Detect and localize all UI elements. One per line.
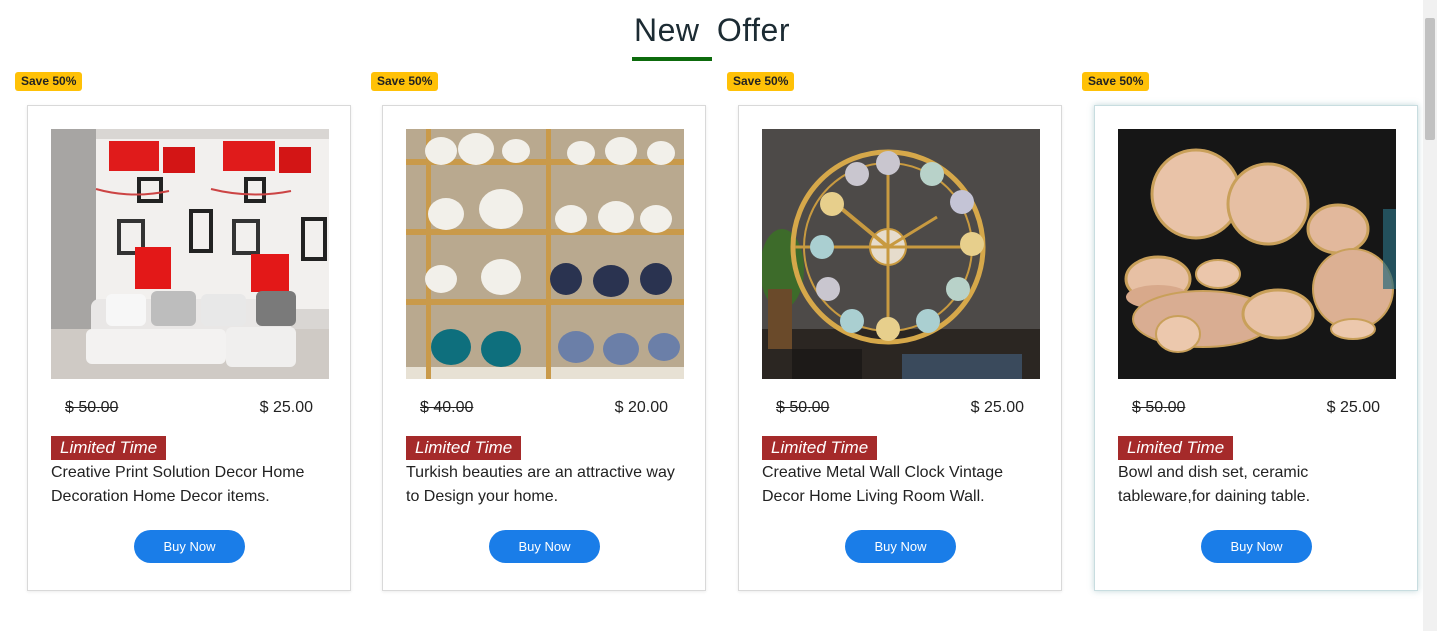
scrollbar-thumb[interactable]	[1425, 18, 1435, 140]
limited-time-tag: Limited Time	[1118, 436, 1234, 460]
section-title: New Offer	[0, 12, 1424, 49]
original-price: $ 50.00	[776, 399, 830, 416]
vertical-scrollbar[interactable]	[1423, 0, 1437, 631]
section-title-word-2: Offer	[716, 12, 790, 48]
ceramic-jars-shelves-image[interactable]	[406, 129, 684, 379]
sale-price: $ 20.00	[614, 399, 668, 416]
product-description: Bowl and dish set, ceramic tableware,for…	[1118, 464, 1311, 505]
product-description: Turkish beauties are an attractive way t…	[406, 464, 675, 505]
living-room-wallpaper-image[interactable]	[51, 129, 329, 379]
product-description: Creative Metal Wall Clock Vintage Decor …	[762, 464, 1003, 505]
limited-time-tag: Limited Time	[51, 436, 167, 460]
buy-now-button[interactable]: Buy Now	[134, 530, 245, 563]
sale-price: $ 25.00	[259, 399, 313, 416]
save-badge: Save 50%	[727, 72, 795, 91]
save-badge: Save 50%	[371, 72, 439, 91]
product-description: Creative Print Solution Decor Home Decor…	[51, 464, 305, 505]
save-badge: Save 50%	[1082, 72, 1150, 91]
section-title-word-1: New	[634, 12, 700, 48]
save-badge: Save 50%	[15, 72, 83, 91]
limited-time-tag: Limited Time	[406, 436, 522, 460]
metal-wall-clock-image[interactable]	[762, 129, 1040, 379]
product-card: $ 50.00 $ 25.00 Limited Time Creative Pr…	[27, 105, 351, 591]
buy-now-button[interactable]: Buy Now	[845, 530, 956, 563]
original-price: $ 50.00	[65, 399, 119, 416]
limited-time-tag: Limited Time	[762, 436, 878, 460]
original-price: $ 40.00	[420, 399, 474, 416]
original-price: $ 50.00	[1132, 399, 1186, 416]
sale-price: $ 25.00	[1326, 399, 1380, 416]
ceramic-dish-set-image[interactable]	[1118, 129, 1396, 379]
product-card: $ 50.00 $ 25.00 Limited Time Bowl and di…	[1094, 105, 1418, 591]
sale-price: $ 25.00	[970, 399, 1024, 416]
product-card: $ 40.00 $ 20.00 Limited Time Turkish bea…	[382, 105, 706, 591]
product-card: $ 50.00 $ 25.00 Limited Time Creative Me…	[738, 105, 1062, 591]
buy-now-button[interactable]: Buy Now	[1201, 530, 1312, 563]
title-underline	[632, 57, 712, 61]
buy-now-button[interactable]: Buy Now	[489, 530, 600, 563]
